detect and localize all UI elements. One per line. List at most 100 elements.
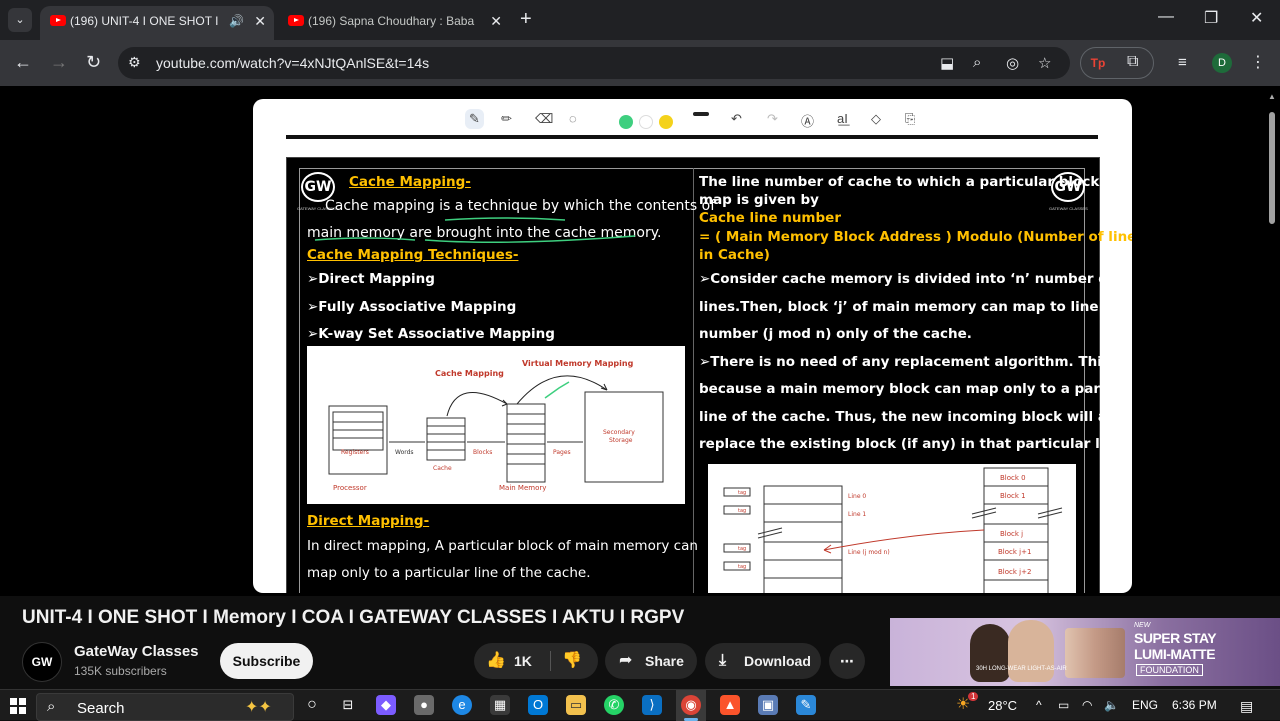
- technique-item: ➢Direct Mapping: [307, 271, 435, 287]
- gateway-logo-sub: GATEWAY CLASSES: [1049, 206, 1088, 211]
- windows-start-icon[interactable]: [10, 698, 26, 714]
- direct-mapping-diagram: tag tag tag tag Line 0 Line 1 Line (j mo…: [708, 464, 1076, 593]
- lasso-icon[interactable]: ◌: [569, 111, 577, 126]
- back-icon[interactable]: ←: [14, 52, 32, 72]
- download-icon: ⤓: [719, 652, 727, 669]
- like-icon[interactable]: 👍: [486, 643, 506, 679]
- task-view-icon[interactable]: ⊟: [338, 695, 358, 715]
- temperature[interactable]: 28°C: [988, 698, 1017, 713]
- cache-mapping-heading: Cache Mapping-: [349, 174, 471, 190]
- language-indicator[interactable]: ENG: [1132, 698, 1158, 712]
- bookmark-star-icon[interactable]: ☆: [1038, 54, 1051, 72]
- tag-label: tag: [738, 490, 746, 496]
- new-tab-icon[interactable]: +: [520, 8, 532, 30]
- reading-list-icon[interactable]: ≡: [1178, 53, 1187, 73]
- profile-avatar[interactable]: D: [1212, 53, 1232, 73]
- block-j1-label: Block j+1: [998, 548, 1031, 556]
- undo-icon[interactable]: ↶: [731, 111, 742, 127]
- subscriber-count: 135K subscribers: [74, 664, 167, 678]
- download-button[interactable]: ⤓ Download: [705, 643, 821, 679]
- tracking-protection-icon[interactable]: ◎: [1006, 54, 1019, 72]
- channel-avatar[interactable]: GW: [22, 642, 62, 682]
- url-text: youtube.com/watch?v=4xNJtQAnlSE&t=14s: [156, 55, 430, 71]
- close-window-icon[interactable]: ✕: [1250, 8, 1263, 28]
- words-label: Words: [395, 449, 414, 456]
- site-info-icon[interactable]: ⚙: [128, 54, 141, 71]
- whatsapp-icon[interactable]: ✆: [604, 695, 624, 715]
- zoom-icon[interactable]: ⌕: [973, 54, 981, 71]
- edge-icon[interactable]: e: [452, 695, 472, 715]
- tab-video[interactable]: (196) UNIT-4 I ONE SHOT I 🔊 ✕: [40, 6, 274, 40]
- text-style-icon[interactable]: Ⓐ: [801, 111, 814, 130]
- close-tab-icon[interactable]: ✕: [254, 6, 266, 36]
- pen-icon[interactable]: ✎: [465, 109, 484, 129]
- blocks-label: Blocks: [473, 449, 492, 456]
- scrollbar-thumb[interactable]: [1269, 112, 1275, 224]
- tab-bar: ⌄ (196) UNIT-4 I ONE SHOT I 🔊 ✕ (196) Sa…: [0, 0, 1280, 40]
- green-annotation-underline: [314, 217, 635, 243]
- chrome-menu-icon[interactable]: ⋮: [1250, 52, 1266, 72]
- share-label: Share: [645, 653, 684, 669]
- like-count[interactable]: 1K: [514, 643, 532, 679]
- shapes-icon[interactable]: ◇: [871, 111, 881, 127]
- app-icon[interactable]: ●: [414, 695, 434, 715]
- eraser-icon[interactable]: ⌫: [535, 111, 553, 127]
- battery-icon[interactable]: ▭: [1058, 698, 1069, 712]
- notifications-icon[interactable]: ▤: [1240, 698, 1253, 715]
- close-tab-icon[interactable]: ✕: [490, 6, 502, 36]
- wifi-icon[interactable]: ◠: [1082, 698, 1092, 712]
- vscode-icon[interactable]: ⟩: [642, 695, 662, 715]
- tag-label: tag: [738, 546, 746, 552]
- windows-taskbar: ⌕ Search ✦✦ ○ ⊟ ◆ ● e ▦ O ▭ ✆ ⟩ ◉ ▲ ▣ ✎ …: [0, 689, 1280, 721]
- share-icon: ➦: [619, 652, 633, 669]
- tray-overflow-icon[interactable]: ^: [1036, 698, 1042, 712]
- text-box-icon[interactable]: a͟I: [837, 111, 848, 126]
- clock[interactable]: 6:36 PM: [1172, 698, 1217, 712]
- tab-search-icon[interactable]: ⌄: [8, 8, 32, 32]
- line-1-label: Line 1: [848, 511, 866, 518]
- forward-icon[interactable]: →: [50, 52, 68, 72]
- slide-top-border: [286, 135, 1098, 139]
- dislike-icon[interactable]: 👎: [562, 643, 582, 679]
- yellow-color-swatch[interactable]: [659, 115, 673, 129]
- block-j2-label: Block j+2: [998, 568, 1031, 576]
- audio-playing-icon[interactable]: 🔊: [229, 6, 244, 36]
- direct-line-2: map only to a particular line of the cac…: [307, 565, 591, 581]
- subscribe-button[interactable]: Subscribe: [220, 643, 313, 679]
- white-color-swatch[interactable]: [639, 115, 653, 129]
- ad-banner[interactable]: 30H LONG-WEAR LIGHT-AS-AIR NEW SUPER STA…: [890, 618, 1280, 686]
- virtual-memory-mapping-label: Virtual Memory Mapping: [522, 359, 634, 368]
- brave-icon[interactable]: ▲: [720, 695, 740, 715]
- green-color-swatch[interactable]: [619, 115, 633, 129]
- minimize-icon[interactable]: —: [1158, 8, 1174, 26]
- scroll-up-icon[interactable]: ▲: [1268, 92, 1276, 101]
- ad-headline-2: LUMI-MATTE: [1134, 646, 1216, 662]
- cache-label: Cache: [433, 465, 452, 472]
- taskbar-search[interactable]: ⌕ Search ✦✦: [36, 693, 294, 721]
- restore-icon[interactable]: ❐: [1204, 8, 1218, 28]
- channel-name[interactable]: GateWay Classes: [74, 643, 199, 660]
- share-button[interactable]: ➦ Share: [605, 643, 697, 679]
- extension-tp-icon[interactable]: Tp: [1089, 54, 1107, 72]
- redo-icon[interactable]: ↷: [767, 111, 778, 127]
- more-actions-icon[interactable]: ⋯: [829, 643, 865, 679]
- reload-icon[interactable]: ↻: [86, 52, 101, 72]
- main-memory-label: Main Memory: [499, 484, 546, 492]
- clipboard-icon[interactable]: ⎘: [905, 111, 915, 127]
- volume-icon[interactable]: 🔈: [1104, 698, 1119, 712]
- tab-music[interactable]: (196) Sapna Choudhary : Baba ✕: [278, 6, 510, 40]
- extensions-puzzle-icon[interactable]: ⧉: [1127, 53, 1138, 71]
- address-bar[interactable]: ⚙ youtube.com/watch?v=4xNJtQAnlSE&t=14s …: [118, 47, 1070, 79]
- paint-icon[interactable]: ✎: [796, 695, 816, 715]
- file-explorer-icon[interactable]: ▭: [566, 695, 586, 715]
- install-app-icon[interactable]: ⬓: [940, 54, 954, 72]
- outlook-icon[interactable]: O: [528, 695, 548, 715]
- highlighter-icon[interactable]: ✏: [501, 111, 512, 127]
- stroke-width-icon[interactable]: [693, 112, 709, 116]
- chrome-icon[interactable]: ◉: [681, 695, 701, 715]
- cortana-icon[interactable]: ○: [302, 695, 322, 715]
- app-icon[interactable]: ▣: [758, 695, 778, 715]
- store-icon[interactable]: ▦: [490, 695, 510, 715]
- copilot-icon[interactable]: ◆: [376, 695, 396, 715]
- search-icon: ⌕: [47, 698, 56, 715]
